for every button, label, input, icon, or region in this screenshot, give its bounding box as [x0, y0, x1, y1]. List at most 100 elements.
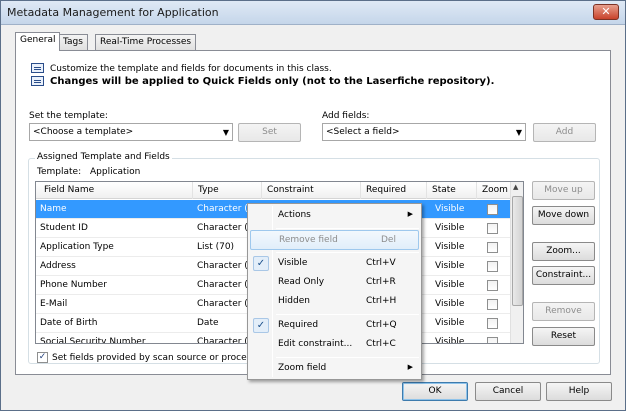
set-button[interactable]: Set: [238, 123, 301, 142]
help-button[interactable]: Help: [546, 382, 612, 401]
constraint-button[interactable]: Constraint...: [532, 266, 595, 285]
tab-real-time-processes[interactable]: Real-Time Processes: [95, 34, 197, 50]
menu-item-label: Actions: [278, 210, 311, 220]
menu-item-shortcut: Ctrl+R: [366, 277, 396, 287]
reset-button[interactable]: Reset: [532, 327, 595, 346]
cell-state: Visible: [435, 204, 465, 214]
scan-source-checkbox-label: Set fields provided by scan source or pr…: [52, 353, 270, 363]
chevron-down-icon: ▼: [222, 128, 229, 137]
info-icon: [31, 76, 44, 86]
menu-item-hidden[interactable]: Hidden Ctrl+H: [250, 292, 419, 312]
submenu-arrow-icon: ▶: [407, 210, 413, 218]
menu-item-shortcut: Ctrl+H: [366, 296, 397, 306]
column-header-state[interactable]: State: [427, 182, 477, 199]
menu-item-actions[interactable]: Actions ▶: [250, 206, 419, 226]
cell-field-name: Name: [40, 204, 67, 214]
cell-state: Visible: [435, 299, 465, 309]
cell-type: Character (40): [197, 261, 248, 271]
remove-button[interactable]: Remove: [532, 302, 595, 321]
cancel-button[interactable]: Cancel: [475, 382, 541, 401]
zoom-checkbox[interactable]: [487, 204, 498, 215]
cell-type: Character (40): [197, 223, 248, 233]
window-title: Metadata Management for Application: [7, 6, 219, 19]
zoom-checkbox[interactable]: [487, 242, 498, 253]
info-icon: [31, 63, 44, 73]
menu-separator: [276, 357, 419, 358]
ok-button[interactable]: OK: [402, 382, 468, 401]
template-combo[interactable]: <Choose a template> ▼: [29, 123, 233, 141]
menu-item-visible[interactable]: ✓ Visible Ctrl+V: [250, 254, 419, 274]
cell-type: Character (40): [197, 280, 248, 290]
cell-state: Visible: [435, 261, 465, 271]
grid-vertical-scrollbar[interactable]: ▲: [510, 182, 523, 343]
zoom-checkbox[interactable]: [487, 318, 498, 329]
cell-state: Visible: [435, 223, 465, 233]
tab-general[interactable]: General: [15, 32, 61, 51]
cell-field-name: E-Mail: [40, 299, 68, 309]
zoom-checkbox[interactable]: [487, 299, 498, 310]
cell-type: Character (20): [197, 337, 248, 344]
menu-item-shortcut: Ctrl+C: [366, 339, 396, 349]
cell-field-name: Phone Number: [40, 280, 107, 290]
cell-field-name: Social Security Number: [40, 337, 146, 344]
chevron-down-icon: ▼: [515, 128, 522, 137]
menu-item-edit-constraint[interactable]: Edit constraint... Ctrl+C: [250, 335, 419, 355]
context-menu: Actions ▶ Remove field Del ✓ Visible Ctr…: [247, 203, 422, 380]
cell-type: Character (40): [197, 299, 248, 309]
menu-item-shortcut: Del: [381, 235, 396, 245]
move-down-button[interactable]: Move down: [532, 206, 595, 225]
menu-item-zoom-field[interactable]: Zoom field ▶: [250, 359, 419, 379]
menu-item-label: Required: [278, 320, 319, 330]
title-bar[interactable]: Metadata Management for Application ✕: [1, 1, 625, 25]
cell-type: Date: [197, 318, 219, 328]
zoom-checkbox[interactable]: [487, 337, 498, 343]
cell-state: Visible: [435, 318, 465, 328]
info-line-2: Changes will be applied to Quick Fields …: [50, 76, 495, 87]
menu-item-required[interactable]: ✓ Required Ctrl+Q: [250, 316, 419, 336]
grid-header: Field Name Type Constraint Required Stat…: [36, 182, 511, 199]
checkmark-icon: ✓: [253, 256, 269, 271]
field-combo[interactable]: <Select a field> ▼: [322, 123, 526, 141]
set-template-label: Set the template:: [29, 111, 108, 121]
assigned-group-label: Assigned Template and Fields: [35, 152, 172, 162]
scan-source-checkbox[interactable]: ✓: [37, 352, 48, 363]
zoom-checkbox[interactable]: [487, 223, 498, 234]
scrollbar-thumb[interactable]: [512, 196, 523, 306]
menu-item-label: Hidden: [278, 296, 310, 306]
tab-tags[interactable]: Tags: [58, 34, 88, 50]
menu-item-label: Visible: [278, 258, 308, 268]
column-header-required[interactable]: Required: [361, 182, 427, 199]
column-header-constraint[interactable]: Constraint: [262, 182, 361, 199]
cell-field-name: Address: [40, 261, 76, 271]
template-label: Template:: [37, 167, 82, 177]
cell-type: List (70): [197, 242, 235, 252]
field-combo-value: <Select a field>: [326, 127, 400, 137]
menu-item-shortcut: Ctrl+Q: [366, 320, 397, 330]
submenu-arrow-icon: ▶: [407, 363, 413, 371]
template-value: Application: [90, 167, 141, 177]
zoom-button[interactable]: Zoom...: [532, 242, 595, 261]
menu-item-shortcut: Ctrl+V: [366, 258, 396, 268]
menu-item-remove-field[interactable]: Remove field Del: [250, 230, 419, 250]
cell-state: Visible: [435, 337, 465, 344]
cell-state: Visible: [435, 242, 465, 252]
menu-separator: [276, 228, 419, 229]
cell-type: Character (60): [197, 204, 248, 214]
add-button[interactable]: Add: [533, 123, 596, 142]
menu-item-read-only[interactable]: Read Only Ctrl+R: [250, 273, 419, 293]
close-button[interactable]: ✕: [593, 4, 619, 20]
cell-state: Visible: [435, 280, 465, 290]
menu-item-label: Read Only: [278, 277, 325, 287]
column-header-field-name[interactable]: Field Name: [36, 182, 193, 199]
column-header-type[interactable]: Type: [193, 182, 262, 199]
cell-field-name: Date of Birth: [40, 318, 98, 328]
column-header-zoom[interactable]: Zoom: [477, 182, 511, 199]
cell-field-name: Student ID: [40, 223, 88, 233]
scroll-up-arrow-icon[interactable]: ▲: [513, 183, 518, 191]
zoom-checkbox[interactable]: [487, 261, 498, 272]
move-up-button[interactable]: Move up: [532, 181, 595, 200]
checkmark-icon: ✓: [253, 318, 269, 333]
menu-item-label: Remove field: [279, 235, 338, 245]
add-fields-label: Add fields:: [322, 111, 370, 121]
zoom-checkbox[interactable]: [487, 280, 498, 291]
